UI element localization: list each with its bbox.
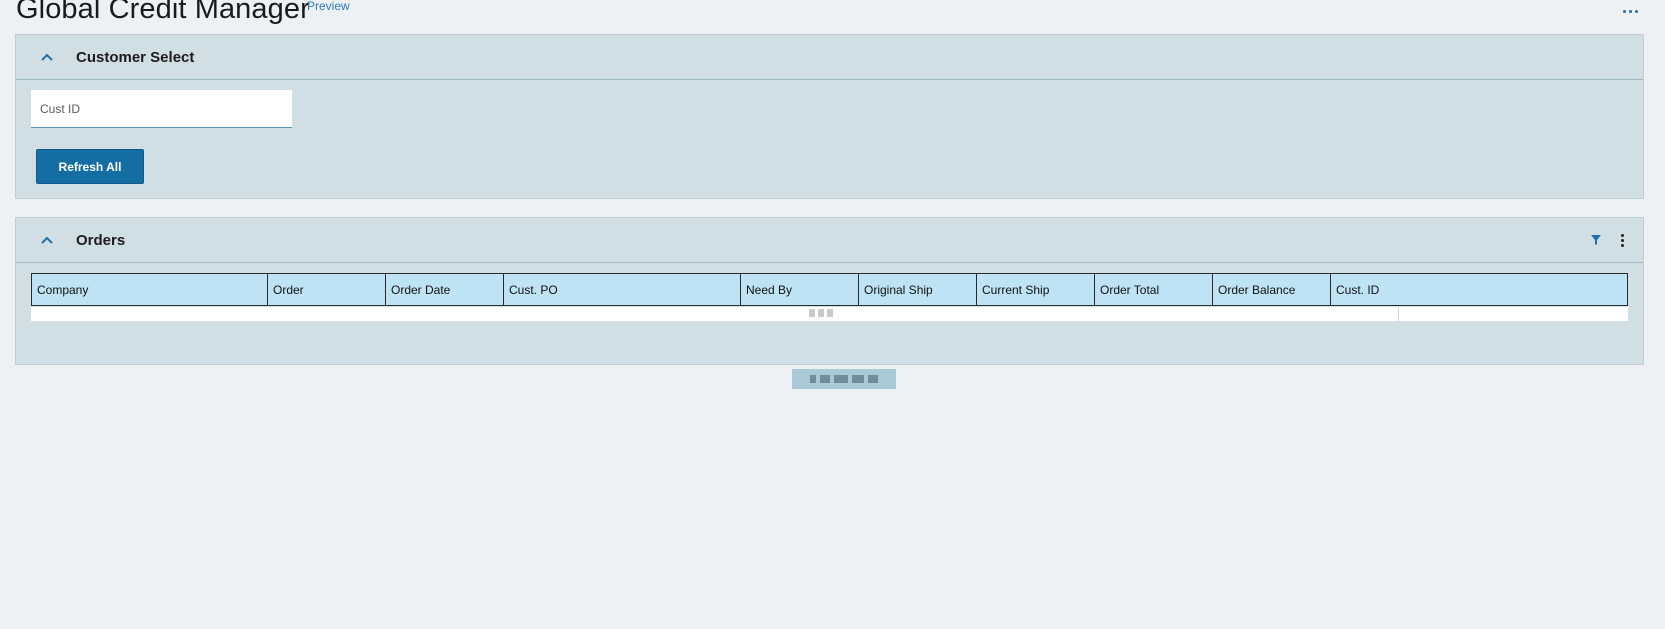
column-divider (1398, 307, 1399, 321)
customer-select-header: Customer Select (16, 35, 1643, 80)
page-title: Global Credit Manager (16, 0, 310, 25)
column-header-order-date[interactable]: Order Date (386, 274, 504, 305)
column-header-order-balance[interactable]: Order Balance (1213, 274, 1331, 305)
orders-title: Orders (76, 231, 126, 249)
column-header-company[interactable]: Company (32, 274, 268, 305)
kebab-menu-icon[interactable] (1613, 231, 1631, 249)
chevron-up-icon[interactable] (29, 225, 65, 255)
column-header-cust-id[interactable]: Cust. ID (1331, 274, 1567, 305)
cust-id-input[interactable] (31, 90, 292, 128)
preview-badge: Preview (307, 0, 350, 13)
orders-grid-header: Company Order Order Date Cust. PO Need B… (31, 273, 1628, 306)
orders-grid-body (31, 307, 1628, 321)
column-header-order-total[interactable]: Order Total (1095, 274, 1213, 305)
column-header-order[interactable]: Order (268, 274, 386, 305)
filter-icon[interactable] (1587, 231, 1605, 249)
column-header-need-by[interactable]: Need By (741, 274, 859, 305)
orders-grid: Company Order Order Date Cust. PO Need B… (31, 273, 1628, 389)
chevron-up-icon[interactable] (29, 42, 65, 72)
column-header-current-ship[interactable]: Current Ship (977, 274, 1095, 305)
customer-select-panel: Customer Select Refresh All (15, 34, 1644, 199)
customer-select-title: Customer Select (76, 48, 195, 66)
loading-indicator (809, 309, 833, 317)
refresh-all-button[interactable]: Refresh All (36, 149, 144, 184)
orders-toolbar (1587, 231, 1631, 249)
orders-panel: Orders Company Order Order Date Cust. PO… (15, 217, 1644, 389)
page: Global Credit Manager Preview Customer S… (0, 0, 1665, 629)
grid-status-bar (792, 369, 896, 389)
column-header-cust-po[interactable]: Cust. PO (504, 274, 741, 305)
column-header-original-ship[interactable]: Original Ship (859, 274, 977, 305)
ellipsis-icon[interactable] (1619, 5, 1641, 17)
orders-header: Orders (16, 218, 1643, 263)
